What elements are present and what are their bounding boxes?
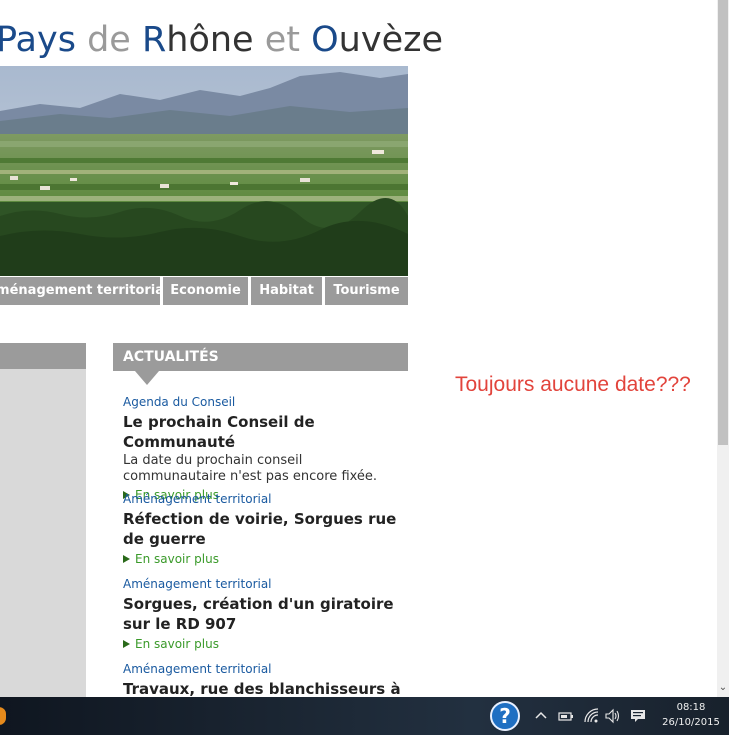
news-item-description: La date du prochain conseil communautair… — [123, 453, 378, 484]
banner-landscape-image — [0, 66, 408, 276]
news-item: Aménagement territorial Travaux, rue des… — [123, 662, 408, 697]
nav-item-habitat[interactable]: Habitat — [251, 277, 322, 305]
battery-icon[interactable] — [558, 707, 574, 731]
news-item-category[interactable]: Agenda du Conseil — [123, 395, 408, 410]
main-navigation: Aménagement territorial Economie Habitat… — [0, 277, 408, 305]
web-page: Pays de Rhône et Ouvèze ménagement terri… — [0, 0, 717, 697]
nav-item-economie[interactable]: Economie — [163, 277, 248, 305]
news-item-title[interactable]: Travaux, rue des blanchisseurs à — [123, 679, 408, 697]
title-part-et: et — [253, 20, 312, 60]
news-header-arrow — [135, 371, 159, 385]
scrollbar-thumb[interactable] — [718, 0, 728, 445]
nav-item-amenagement-territorial[interactable]: Aménagement territorial — [0, 277, 160, 305]
vertical-scrollbar[interactable]: ⌄ — [717, 0, 729, 697]
news-item: Aménagement territorial Sorgues, créatio… — [123, 577, 408, 652]
news-item: Agenda du Conseil Le prochain Conseil de… — [123, 395, 408, 503]
news-item-category[interactable]: Aménagement territorial — [123, 662, 408, 677]
news-item-more-link[interactable]: En savoir plus — [123, 637, 408, 652]
system-clock[interactable]: 08:18 26/10/2015 — [655, 700, 727, 730]
site-title[interactable]: Pays de Rhône et Ouvèze — [0, 18, 443, 62]
help-icon[interactable]: ? — [490, 701, 520, 731]
news-item-category[interactable]: Aménagement territorial — [123, 492, 408, 507]
annotation-text: Toujours aucune date??? — [455, 373, 691, 396]
clock-date: 26/10/2015 — [662, 717, 720, 728]
triangle-right-icon — [123, 640, 130, 648]
news-item-category[interactable]: Aménagement territorial — [123, 577, 408, 592]
news-item-more-label: En savoir plus — [135, 637, 219, 651]
notification-icon[interactable] — [629, 707, 647, 731]
clock-time: 08:18 — [676, 702, 706, 713]
taskbar: ? 08:18 26/10/2015 — [0, 697, 729, 735]
left-sidebar-panel — [0, 343, 86, 697]
volume-icon[interactable] — [604, 707, 622, 731]
triangle-right-icon — [123, 555, 130, 563]
chevron-up-icon[interactable] — [534, 707, 548, 731]
scroll-down-arrow-icon[interactable]: ⌄ — [717, 680, 729, 696]
title-part-de: de — [75, 20, 142, 60]
title-part-pays: Pays — [0, 20, 76, 60]
title-part-hone: hône — [166, 20, 254, 60]
left-sidebar-header — [0, 343, 86, 369]
nav-item-tourisme[interactable]: Tourisme — [325, 277, 408, 305]
wifi-icon[interactable] — [583, 707, 599, 731]
news-item: Aménagement territorial Réfection de voi… — [123, 492, 408, 567]
news-header: ACTUALITÉS — [113, 343, 408, 371]
news-section: ACTUALITÉS Agenda du Conseil Le prochain… — [113, 343, 408, 697]
news-item-more-link[interactable]: En savoir plus — [123, 552, 408, 567]
title-part-o: O — [311, 20, 339, 60]
news-item-title[interactable]: Réfection de voirie, Sorgues rue de guer… — [123, 509, 408, 549]
news-item-title[interactable]: Sorgues, création d'un giratoire sur le … — [123, 594, 408, 634]
title-part-uveze: uvèze — [338, 20, 444, 60]
news-item-title[interactable]: Le prochain Conseil de Communauté — [123, 412, 408, 452]
news-item-more-label: En savoir plus — [135, 552, 219, 566]
title-part-r: R — [141, 20, 167, 60]
